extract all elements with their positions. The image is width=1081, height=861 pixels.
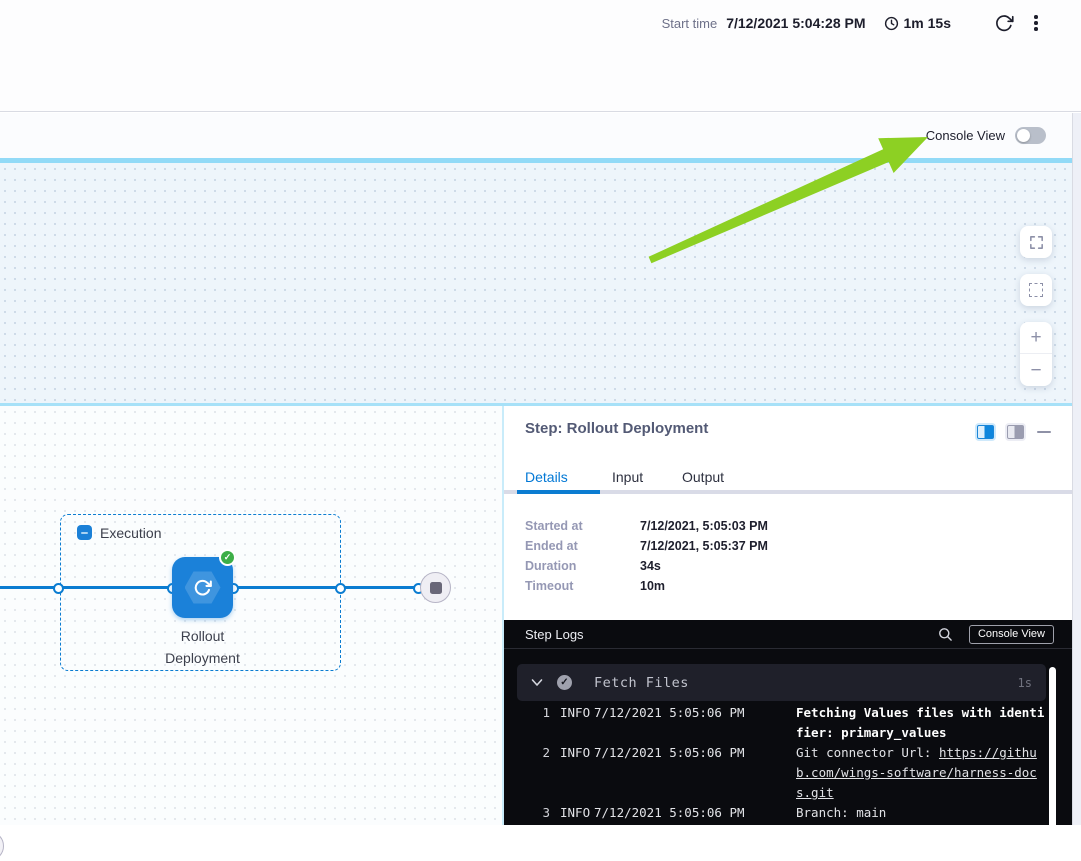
minimize-panel-button[interactable]	[1037, 431, 1051, 434]
zoom-out-button[interactable]: −	[1020, 354, 1052, 386]
minus-icon	[81, 532, 88, 534]
console-view-label: Console View	[926, 128, 1005, 143]
start-time-label: Start time	[662, 16, 718, 31]
log-message: Fetching Values files with identifier: p…	[796, 703, 1046, 743]
collapse-group-button[interactable]	[77, 525, 92, 540]
log-row: 1 INFO 7/12/2021 5:05:06 PM Fetching Val…	[532, 703, 1072, 743]
log-row: 3 INFO 7/12/2021 5:05:06 PM Branch: main	[532, 803, 1072, 823]
log-line-number: 1	[532, 703, 550, 723]
log-timestamp: 7/12/2021 5:05:06 PM	[594, 703, 752, 723]
connector-port	[53, 583, 64, 594]
log-message: Git connector Url: https://github.com/wi…	[796, 743, 1046, 803]
fullscreen-icon	[1028, 234, 1045, 251]
duration-value: 1m 15s	[904, 15, 951, 31]
log-line-number: 3	[532, 803, 550, 823]
logs-console-view-button[interactable]: Console View	[969, 625, 1054, 644]
zoom-pill: + −	[1020, 322, 1052, 386]
log-level: INFO	[560, 703, 594, 723]
offscreen-node	[0, 831, 4, 861]
kebab-icon	[1034, 15, 1038, 19]
log-section-title: Fetch Files	[594, 675, 689, 691]
more-options-button[interactable]	[1025, 10, 1047, 36]
select-area-button[interactable]	[1020, 274, 1052, 306]
zoom-in-button[interactable]: +	[1020, 322, 1052, 354]
stop-square-icon	[430, 582, 442, 594]
tab-input[interactable]: Input	[612, 469, 643, 485]
connector-port	[335, 583, 346, 594]
chevron-down-icon	[531, 678, 543, 687]
detail-value: 10m	[640, 579, 665, 593]
detail-row-ended: Ended at7/12/2021, 5:05:37 PM	[525, 539, 768, 553]
node-label: Rollout Deployment	[132, 625, 273, 669]
log-message-prefix: Git connector Url:	[796, 745, 939, 760]
log-line-number: 2	[532, 743, 550, 763]
detail-value: 7/12/2021, 5:05:03 PM	[640, 519, 768, 533]
refresh-icon	[994, 13, 1014, 33]
detail-label: Ended at	[525, 539, 640, 553]
log-lines: 1 INFO 7/12/2021 5:05:06 PM Fetching Val…	[504, 703, 1072, 823]
panel-title: Step: Rollout Deployment	[525, 420, 708, 437]
panel-window-controls	[977, 425, 1051, 439]
execution-header-right: Start time 7/12/2021 5:04:28 PM 1m 15s	[662, 10, 1047, 36]
toggle-knob	[1017, 129, 1030, 142]
start-time-value: 7/12/2021 5:04:28 PM	[726, 15, 865, 31]
plus-icon: +	[1030, 328, 1041, 347]
rollout-icon	[193, 578, 212, 597]
log-message: Branch: main	[796, 803, 1046, 823]
console-view-wrap: Console View	[926, 127, 1046, 144]
log-level: INFO	[560, 803, 594, 823]
detail-row-timeout: Timeout10m	[525, 579, 665, 593]
hexagon-shape	[185, 571, 221, 605]
step-logs-header: Step Logs Console View	[504, 620, 1072, 649]
stop-node[interactable]	[420, 572, 451, 603]
detail-value: 34s	[640, 559, 661, 573]
log-level: INFO	[560, 743, 594, 763]
step-details-panel: Step: Rollout Deployment Details Input O…	[504, 406, 1072, 825]
minus-icon: −	[1030, 361, 1041, 380]
log-timestamp: 7/12/2021 5:05:06 PM	[594, 803, 752, 823]
execution-header-bar: Start time 7/12/2021 5:04:28 PM 1m 15s	[0, 0, 1081, 112]
tab-output[interactable]: Output	[682, 469, 724, 485]
log-section-duration: 1s	[1018, 676, 1032, 690]
execution-canvas[interactable]: Execution ✓ Rollout Deployment	[0, 406, 504, 825]
stage-canvas[interactable]: + −	[0, 163, 1072, 403]
logs-header-right: Console View	[938, 625, 1054, 644]
canvas-controls: + −	[1020, 226, 1052, 386]
detail-label: Started at	[525, 519, 640, 533]
log-timestamp: 7/12/2021 5:05:06 PM	[594, 743, 752, 763]
rollout-deployment-node[interactable]	[172, 557, 233, 618]
tab-active-underline	[517, 490, 600, 494]
section-success-icon: ✓	[557, 675, 572, 690]
console-view-toggle[interactable]	[1015, 127, 1046, 144]
detail-row-started: Started at7/12/2021, 5:05:03 PM	[525, 519, 768, 533]
duration-wrap: 1m 15s	[884, 15, 951, 31]
log-section-fetch-files[interactable]: ✓ Fetch Files 1s	[517, 664, 1046, 701]
stage-toolbar: Console View	[0, 113, 1072, 158]
success-badge-icon: ✓	[219, 549, 236, 566]
detail-value: 7/12/2021, 5:05:37 PM	[640, 539, 768, 553]
detail-label: Duration	[525, 559, 640, 573]
marquee-icon	[1029, 283, 1043, 297]
detail-label: Timeout	[525, 579, 640, 593]
split-view-icon[interactable]	[1007, 425, 1024, 439]
detail-row-duration: Duration34s	[525, 559, 661, 573]
clock-icon	[884, 16, 899, 31]
page-scrollbar-track[interactable]	[1072, 113, 1081, 825]
log-scrollbar-thumb[interactable]	[1049, 667, 1056, 825]
fit-to-screen-button[interactable]	[1020, 226, 1052, 258]
step-logs-title: Step Logs	[525, 627, 584, 642]
search-icon[interactable]	[938, 627, 953, 642]
log-row: 2 INFO 7/12/2021 5:05:06 PM Git connecto…	[532, 743, 1072, 803]
split-view-active-icon[interactable]	[977, 425, 994, 439]
step-logs-section: Step Logs Console View ✓ Fetch Files 1s …	[504, 620, 1072, 825]
refresh-button[interactable]	[991, 10, 1017, 36]
tab-details[interactable]: Details	[525, 469, 568, 485]
execution-group-label: Execution	[100, 525, 161, 541]
